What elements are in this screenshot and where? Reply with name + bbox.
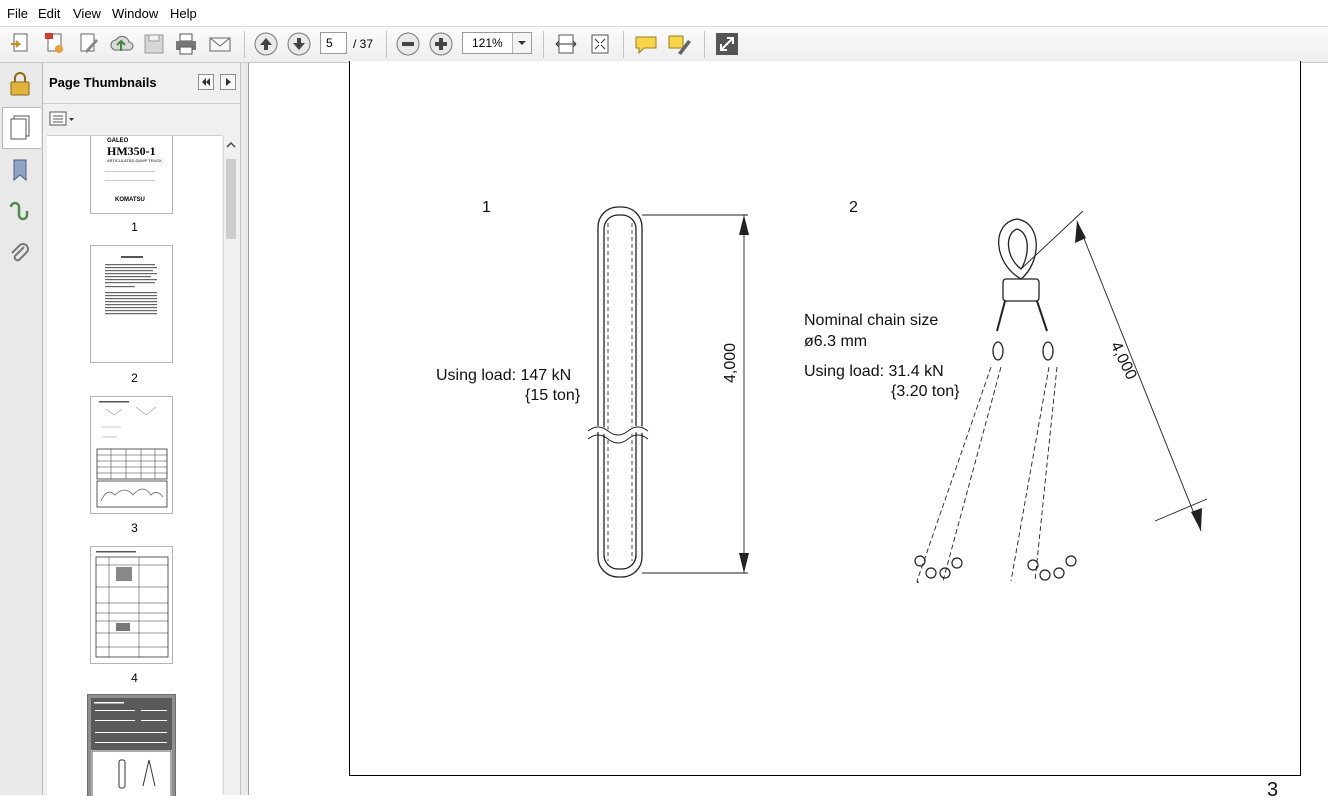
thumbnail-page-4[interactable] <box>90 546 173 664</box>
toolbar-separator <box>244 31 245 58</box>
menu-window[interactable]: Window <box>112 6 158 21</box>
page-total: / 37 <box>353 37 374 51</box>
menu-view[interactable]: View <box>73 6 101 21</box>
options-menu-icon <box>49 111 74 126</box>
highlight-icon[interactable] <box>666 31 692 57</box>
zoom-value: 121% <box>472 36 503 50</box>
zoom-select[interactable]: 121% <box>462 32 532 54</box>
cover-subtitle: ARTICULATED DUMP TRUCK <box>107 158 163 163</box>
scrollbar-thumb[interactable] <box>226 159 236 239</box>
toolbar-separator <box>386 31 387 58</box>
save-icon[interactable] <box>141 31 167 57</box>
navigation-rail <box>0 63 43 795</box>
menu-edit[interactable]: Edit <box>38 6 60 21</box>
thumbnail-table-preview <box>96 401 168 508</box>
edit-icon[interactable] <box>76 31 102 57</box>
comment-icon[interactable] <box>633 31 659 57</box>
toolbar: 5 / 37 121% <box>0 27 1328 63</box>
menu-help[interactable]: Help <box>170 6 197 21</box>
double-chevron-left-icon <box>202 78 210 86</box>
thumbnail-label: 3 <box>131 521 138 535</box>
toolbar-separator <box>543 31 544 58</box>
figure-2-number: 2 <box>849 199 858 216</box>
thumbnail-label: 2 <box>131 371 138 385</box>
chain-using-load-ton: {3.20 ton} <box>891 383 960 400</box>
open-icon[interactable] <box>42 31 68 57</box>
thumbnail-table-preview <box>95 551 169 658</box>
chain-using-load: Using load: 31.4 kN <box>804 363 944 380</box>
create-icon[interactable] <box>8 31 34 57</box>
sling-using-load: Using load: 147 kN <box>436 367 572 384</box>
fullscreen-icon[interactable] <box>714 31 740 57</box>
thumbnail-page-1[interactable]: GALEO HM350-1 ARTICULATED DUMP TRUCK KOM… <box>90 136 173 214</box>
document-page: 1 2 4,000 Using load: 147 kN {15 ton} 4,… <box>349 61 1301 776</box>
chevron-right-icon <box>226 78 231 86</box>
chain-size-label: Nominal chain size <box>804 312 939 329</box>
menu-file[interactable]: File <box>7 6 28 21</box>
thumbnail-list: GALEO HM350-1 ARTICULATED DUMP TRUCK KOM… <box>47 135 222 796</box>
chain-size-value: ø6.3 mm <box>804 333 868 350</box>
thumbnails-panel: Page Thumbnails GALEO HM350-1 ARTICULATE… <box>43 63 240 796</box>
toolbar-separator <box>704 31 705 58</box>
thumbnail-options-button[interactable] <box>49 110 75 128</box>
toolbar-separator <box>623 31 624 58</box>
page-number: 3 <box>1267 779 1279 801</box>
thumbnail-page-5-selected[interactable] <box>87 694 176 796</box>
panel-toolbar <box>43 104 240 134</box>
figure-1-number: 1 <box>482 199 491 216</box>
bookmark-icon[interactable] <box>5 155 35 185</box>
fit-width-icon[interactable] <box>553 31 579 57</box>
print-icon[interactable] <box>173 31 199 57</box>
pages-icon <box>10 115 30 140</box>
lock-icon[interactable] <box>5 69 35 99</box>
thumbnail-page-2[interactable] <box>90 245 173 363</box>
panel-splitter[interactable] <box>240 63 249 795</box>
cover-info-lines <box>105 171 155 181</box>
panel-title: Page Thumbnails <box>49 75 157 90</box>
thumbnail-sling-preview <box>91 698 172 796</box>
next-page-icon[interactable] <box>286 31 312 57</box>
signature-icon[interactable] <box>5 197 35 227</box>
sling-using-load-ton: {15 ton} <box>525 387 581 404</box>
fit-page-icon[interactable] <box>587 31 613 57</box>
cover-maker: KOMATSU <box>115 197 145 203</box>
chevron-up-icon[interactable] <box>224 135 238 155</box>
chevron-down-icon[interactable] <box>512 33 531 53</box>
thumbnail-contents-preview <box>105 256 157 315</box>
panel-forward-button[interactable] <box>220 74 236 90</box>
page-thumbnails-tab[interactable] <box>2 107 41 149</box>
sling-belt-drawing <box>588 206 749 578</box>
upload-icon[interactable] <box>108 31 134 57</box>
prev-page-icon[interactable] <box>253 31 279 57</box>
zoom-in-icon[interactable] <box>428 31 454 57</box>
sling-dimension-label: 4,000 <box>722 342 739 383</box>
thumbnail-page-5 <box>91 698 172 796</box>
menu-bar: File Edit View Window Help <box>0 0 1328 27</box>
attachment-icon[interactable] <box>5 239 35 269</box>
cover-model: HM350-1 <box>107 144 156 158</box>
document-view: 1 2 4,000 Using load: 147 kN {15 ton} 4,… <box>249 61 1328 801</box>
thumbnail-label: 4 <box>131 671 138 685</box>
collapse-panel-button[interactable] <box>198 74 214 90</box>
email-icon[interactable] <box>207 31 233 57</box>
thumbnail-scrollbar[interactable] <box>223 135 238 795</box>
page-number-input[interactable]: 5 <box>320 32 347 54</box>
panel-header: Page Thumbnails <box>43 63 240 104</box>
thumbnail-label: 1 <box>131 220 138 234</box>
zoom-out-icon[interactable] <box>395 31 421 57</box>
thumbnail-page-3[interactable] <box>90 396 173 514</box>
